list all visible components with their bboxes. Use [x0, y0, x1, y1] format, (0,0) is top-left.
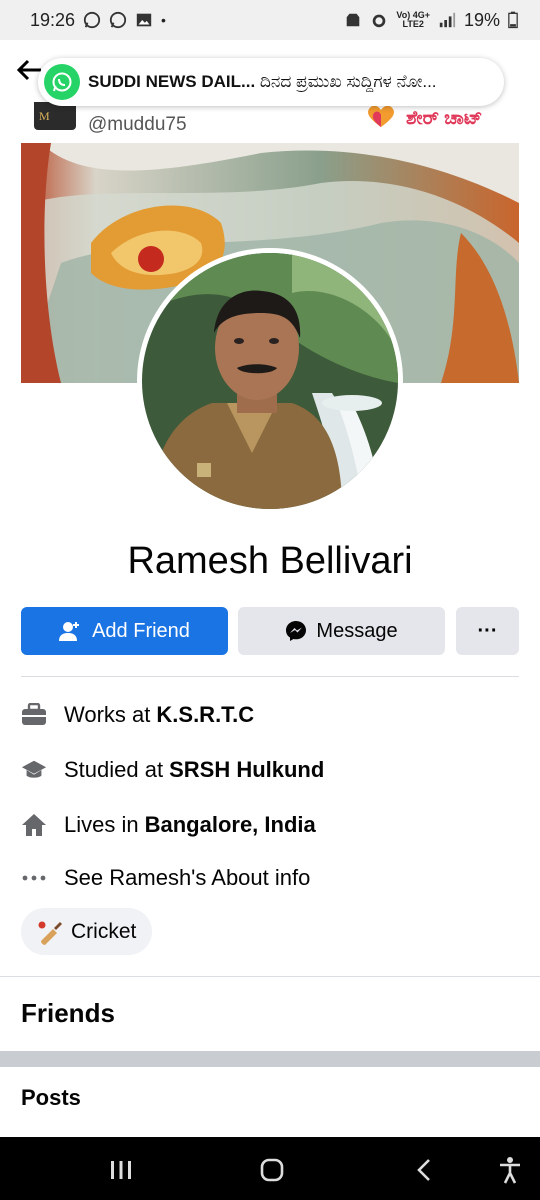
more-notifications-dot: •	[161, 12, 166, 28]
cricket-bat-icon	[38, 921, 62, 945]
add-friend-button[interactable]: Add Friend	[21, 607, 228, 655]
info-location: Lives in Bangalore, India	[0, 805, 540, 845]
messenger-icon	[286, 621, 307, 641]
briefcase-icon	[21, 702, 47, 728]
home-icon	[21, 812, 47, 838]
friends-section-title: Friends	[21, 998, 115, 1028]
whatsapp-icon	[44, 64, 80, 100]
shared-post-avatar: M	[34, 102, 76, 130]
work-prefix: Works at	[64, 702, 151, 727]
clock: 19:26	[30, 9, 76, 30]
study-value[interactable]: SRSH Hulkund	[169, 757, 324, 783]
study-prefix: Studied at	[64, 757, 164, 782]
info-work: Works at K.S.R.T.C	[0, 695, 540, 735]
work-value[interactable]: K.S.R.T.C	[156, 702, 254, 728]
network-type-label: Vo) 4G+ LTE2	[396, 10, 430, 29]
sharechat-brand-text: ಶೇರ್ ಚಾಟ್	[406, 108, 483, 129]
accessibility-button[interactable]	[490, 1150, 530, 1190]
notification-preview: ದಿನದ ಪ್ರಮುಖ ಸುದ್ದಿಗಳ ನೋ...	[259, 72, 437, 91]
section-divider	[21, 676, 519, 677]
posts-section-title: Posts	[21, 1085, 81, 1110]
more-options-button[interactable]: ···	[456, 607, 519, 655]
add-friend-icon	[59, 622, 80, 641]
notification-text: SUDDI NEWS DAIL... ದಿನದ ಪ್ರಮುಖ ಸುದ್ದಿಗಳ …	[88, 72, 437, 92]
lives-prefix: Lives in	[64, 812, 139, 837]
message-button[interactable]: Message	[238, 607, 445, 655]
signal-icon	[439, 12, 456, 28]
interest-label: Cricket	[71, 919, 137, 943]
info-education: Studied at SRSH Hulkund	[0, 750, 540, 790]
section-separator	[0, 1051, 540, 1067]
info-about[interactable]: See Ramesh's About info	[0, 858, 540, 898]
more-options-icon: ···	[477, 619, 498, 642]
shared-post-handle: @muddu75	[88, 114, 187, 135]
gallery-status-icon	[136, 13, 152, 27]
notification-sender: SUDDI NEWS DAIL...	[88, 72, 256, 91]
status-bar: 19:26 • Vo) 4G+ LTE2 19%	[0, 0, 540, 40]
see-about-info-link[interactable]: See Ramesh's About info	[64, 865, 310, 891]
battery-icon	[508, 11, 518, 29]
lives-value[interactable]: Bangalore, India	[145, 812, 316, 838]
data-saver-icon	[347, 13, 360, 27]
home-button[interactable]	[252, 1150, 292, 1190]
message-label: Message	[316, 619, 398, 642]
whatsapp-status-icon	[83, 11, 101, 29]
profile-name: Ramesh Bellivari	[127, 540, 413, 582]
battery-percent: 19%	[463, 9, 500, 30]
section-divider-friends	[0, 976, 540, 977]
sharechat-logo-icon	[368, 105, 394, 127]
add-friend-label: Add Friend	[92, 619, 190, 642]
profile-picture[interactable]	[142, 253, 398, 509]
interest-chip-cricket[interactable]: Cricket	[21, 908, 153, 955]
recent-apps-button[interactable]	[101, 1150, 141, 1190]
back-button[interactable]	[404, 1150, 444, 1190]
alarm-icon	[373, 14, 386, 28]
whatsapp-status-icon-2	[109, 11, 127, 29]
more-dots-icon	[21, 865, 47, 891]
whatsapp-notification[interactable]: SUDDI NEWS DAIL... ದಿನದ ಪ್ರಮುಖ ಸುದ್ದಿಗಳ …	[38, 58, 504, 106]
graduation-cap-icon	[21, 757, 47, 783]
